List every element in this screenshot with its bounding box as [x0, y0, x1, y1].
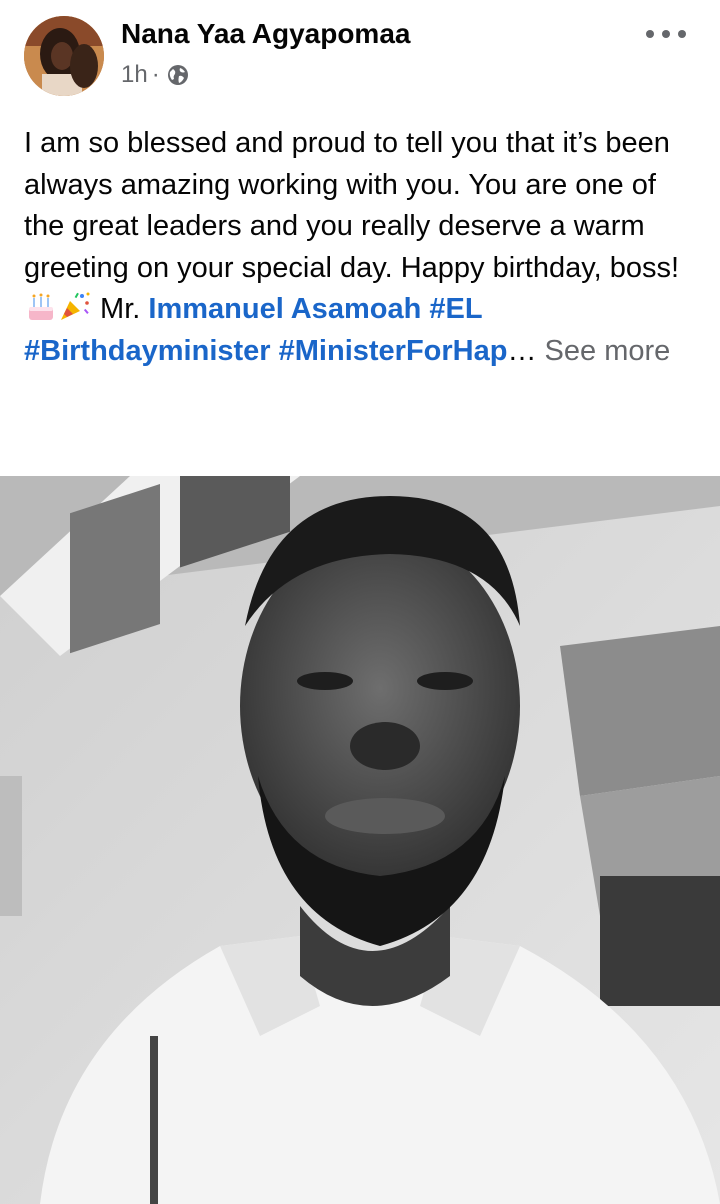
party-popper-icon [61, 292, 90, 320]
post-time[interactable]: 1h [121, 61, 148, 89]
mention-link[interactable]: Immanuel Asamoah [148, 293, 421, 325]
author-name[interactable]: Nana Yaa Agyapomaa [121, 18, 410, 50]
mr-text: Mr. [92, 293, 149, 325]
hashtag-el[interactable]: #EL [429, 293, 482, 325]
photo-image [0, 476, 720, 1204]
ellipsis: … [507, 334, 537, 367]
hashtag-ministerforhap[interactable]: #MinisterForHap [279, 335, 508, 367]
globe-icon[interactable] [166, 63, 190, 87]
author-avatar[interactable] [24, 16, 104, 96]
post-meta: 1h · [121, 60, 190, 90]
post-text: I am so blessed and proud to tell you th… [24, 123, 698, 372]
birthday-cake-icon [29, 293, 53, 320]
post-photo[interactable] [0, 476, 720, 1204]
post-body: I am so blessed and proud to tell you th… [24, 127, 680, 284]
hashtag-birthdayminister[interactable]: #Birthdayminister [24, 335, 271, 367]
see-more-link[interactable]: See more [545, 335, 671, 367]
meta-separator: · [151, 61, 160, 88]
post-header: Nana Yaa Agyapomaa 1h · [0, 0, 720, 110]
more-horizontal-icon [646, 30, 654, 38]
more-options-button[interactable] [646, 24, 686, 44]
